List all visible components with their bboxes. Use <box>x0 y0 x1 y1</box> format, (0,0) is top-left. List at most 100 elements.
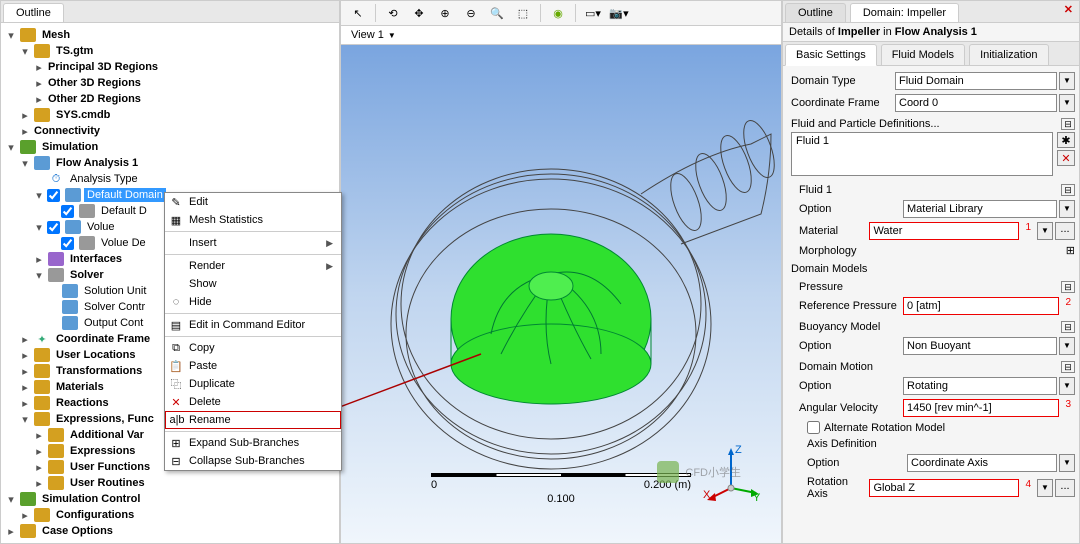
buoy-option-select[interactable] <box>903 337 1057 355</box>
chevron-right-icon: ▶ <box>326 261 333 272</box>
collapse-icon[interactable]: ⊟ <box>1061 281 1075 293</box>
tree-flow[interactable]: ▾Flow Analysis 1 <box>5 155 335 171</box>
label-option: Option <box>799 380 899 392</box>
pan-tool-icon[interactable]: ✥ <box>408 3 430 23</box>
view-tab[interactable]: View 1▼ <box>341 26 781 45</box>
section-fluid1[interactable]: Fluid 1⊟ <box>791 180 1075 198</box>
ctx-hide[interactable]: ◌Hide <box>165 293 341 311</box>
tree-o3d[interactable]: ▸Other 3D Regions <box>5 75 335 91</box>
annotation-1: 1 <box>1021 222 1035 240</box>
tree-caseopt[interactable]: ▸Case Options <box>5 523 335 539</box>
label-ref-pressure: Reference Pressure <box>799 300 899 312</box>
section-fluid-defs[interactable]: Fluid and Particle Definitions...⊟ <box>791 114 1075 132</box>
chevron-down-icon[interactable]: ▼ <box>1059 377 1075 395</box>
paste-icon: 📋 <box>169 359 183 373</box>
domain-type-select[interactable] <box>895 72 1057 90</box>
tree-p3d[interactable]: ▸Principal 3D Regions <box>5 59 335 75</box>
ref-pressure-input[interactable] <box>903 297 1059 315</box>
ctx-paste[interactable]: 📋Paste <box>165 357 341 375</box>
zoom-in-icon[interactable]: ⊕ <box>434 3 456 23</box>
collapse-icon[interactable]: ⊟ <box>1061 361 1075 373</box>
tree-o2d[interactable]: ▸Other 2D Regions <box>5 91 335 107</box>
ctx-collapse[interactable]: ⊟Collapse Sub-Branches <box>165 452 341 470</box>
properties-area[interactable]: Domain Type ▼ Coordinate Frame ▼ Fluid a… <box>783 66 1079 543</box>
ctx-edit[interactable]: ✎Edit <box>165 193 341 211</box>
add-fluid-button[interactable]: ✱ <box>1057 132 1075 148</box>
svg-text:Z: Z <box>735 444 742 456</box>
chevron-down-icon[interactable]: ▼ <box>1059 94 1075 112</box>
tree-mesh[interactable]: ▾Mesh <box>5 27 335 43</box>
fluid-option-select[interactable] <box>903 200 1057 218</box>
chevron-down-icon[interactable]: ▼ <box>1037 479 1053 497</box>
section-domain-motion[interactable]: Domain Motion⊟ <box>791 357 1075 375</box>
subtab-basic[interactable]: Basic Settings <box>785 44 877 66</box>
subtab-fluid[interactable]: Fluid Models <box>881 44 965 66</box>
motion-option-select[interactable] <box>903 377 1057 395</box>
collapse-icon[interactable]: ⊟ <box>1061 321 1075 333</box>
axis-triad: Z Y X <box>701 443 761 503</box>
section-pressure[interactable]: Pressure⊟ <box>791 277 1075 295</box>
tree-conn[interactable]: ▸Connectivity <box>5 123 335 139</box>
more-button[interactable]: ... <box>1055 222 1075 240</box>
tree-urout[interactable]: ▸User Routines <box>5 475 335 491</box>
angular-velocity-input[interactable] <box>903 399 1059 417</box>
camera-icon[interactable]: 📷▾ <box>608 3 630 23</box>
tree-tsgtm[interactable]: ▾TS.gtm <box>5 43 335 59</box>
section-buoy[interactable]: Buoyancy Model⊟ <box>791 317 1075 335</box>
view-toolbar: ↖ ⟲ ✥ ⊕ ⊖ 🔍 ⬚ ◉ ▭▾ 📷▾ <box>341 1 781 26</box>
ctx-mesh-stats[interactable]: ▦Mesh Statistics <box>165 211 341 229</box>
tab-outline[interactable]: Outline <box>3 3 64 22</box>
ctx-dup[interactable]: ⿻Duplicate <box>165 375 341 393</box>
tree-sim[interactable]: ▾Simulation <box>5 139 335 155</box>
fit-view-icon[interactable]: ⬚ <box>512 3 534 23</box>
tab-domain-impeller[interactable]: Domain: Impeller <box>850 3 959 22</box>
chevron-down-icon[interactable]: ▼ <box>1059 200 1075 218</box>
highlight-icon[interactable]: ◉ <box>547 3 569 23</box>
details-subtabs: Basic Settings Fluid Models Initializati… <box>783 42 1079 66</box>
domain-visibility-checkbox[interactable] <box>47 189 60 202</box>
3d-viewport[interactable]: 00.200 (m) 0.100 Z Y X CFD小学生 <box>341 45 781 543</box>
ctx-insert[interactable]: Insert▶ <box>165 234 341 252</box>
close-icon[interactable]: ✕ <box>1058 1 1079 22</box>
tree-atype[interactable]: ⏱Analysis Type <box>5 171 335 187</box>
coord-frame-select[interactable] <box>895 94 1057 112</box>
svg-text:Y: Y <box>753 492 761 503</box>
chevron-down-icon[interactable]: ▼ <box>1059 72 1075 90</box>
collapse-icon[interactable]: ⊟ <box>1061 118 1075 130</box>
expand-icon[interactable]: ⊞ <box>1066 244 1075 257</box>
rename-icon: a|b <box>170 413 184 427</box>
ctx-edit-cmd[interactable]: ▤Edit in Command Editor <box>165 316 341 334</box>
rotation-axis-select[interactable] <box>869 479 1019 497</box>
more-button[interactable]: ... <box>1055 479 1075 497</box>
rotate-tool-icon[interactable]: ⟲ <box>382 3 404 23</box>
material-select[interactable] <box>869 222 1019 240</box>
details-title: Details of Impeller in Flow Analysis 1 <box>783 23 1079 42</box>
axis-option-select[interactable] <box>907 454 1057 472</box>
tree-simctrl[interactable]: ▾Simulation Control <box>5 491 335 507</box>
label-domain-type: Domain Type <box>791 75 891 87</box>
ctx-show[interactable]: Show <box>165 275 341 293</box>
chevron-down-icon[interactable]: ▼ <box>1037 222 1053 240</box>
remove-fluid-button[interactable]: ✕ <box>1057 150 1075 166</box>
view-options-icon[interactable]: ▭▾ <box>582 3 604 23</box>
subtab-init[interactable]: Initialization <box>969 44 1048 66</box>
alt-rotation-checkbox[interactable] <box>807 421 820 434</box>
select-tool-icon[interactable]: ↖ <box>347 3 369 23</box>
collapse-icon[interactable]: ⊟ <box>1061 184 1075 196</box>
details-tabstrip: Outline Domain: Impeller ✕ <box>783 1 1079 23</box>
ctx-copy[interactable]: ⧉Copy <box>165 339 341 357</box>
chevron-down-icon[interactable]: ▼ <box>1059 454 1075 472</box>
fluid-list[interactable]: Fluid 1 <box>791 132 1053 176</box>
zoom-box-icon[interactable]: 🔍 <box>486 3 508 23</box>
ctx-del[interactable]: ✕Delete <box>165 393 341 411</box>
ctx-render[interactable]: Render▶ <box>165 257 341 275</box>
label-material: Material <box>799 225 865 237</box>
tab-outline-r[interactable]: Outline <box>785 3 846 22</box>
label-axis-def: Axis Definition <box>799 436 1075 452</box>
chevron-down-icon[interactable]: ▼ <box>1059 337 1075 355</box>
tree-syscmdb[interactable]: ▸SYS.cmdb <box>5 107 335 123</box>
ctx-rename[interactable]: a|bRename <box>165 411 341 429</box>
tree-config[interactable]: ▸Configurations <box>5 507 335 523</box>
zoom-out-icon[interactable]: ⊖ <box>460 3 482 23</box>
ctx-expand[interactable]: ⊞Expand Sub-Branches <box>165 434 341 452</box>
